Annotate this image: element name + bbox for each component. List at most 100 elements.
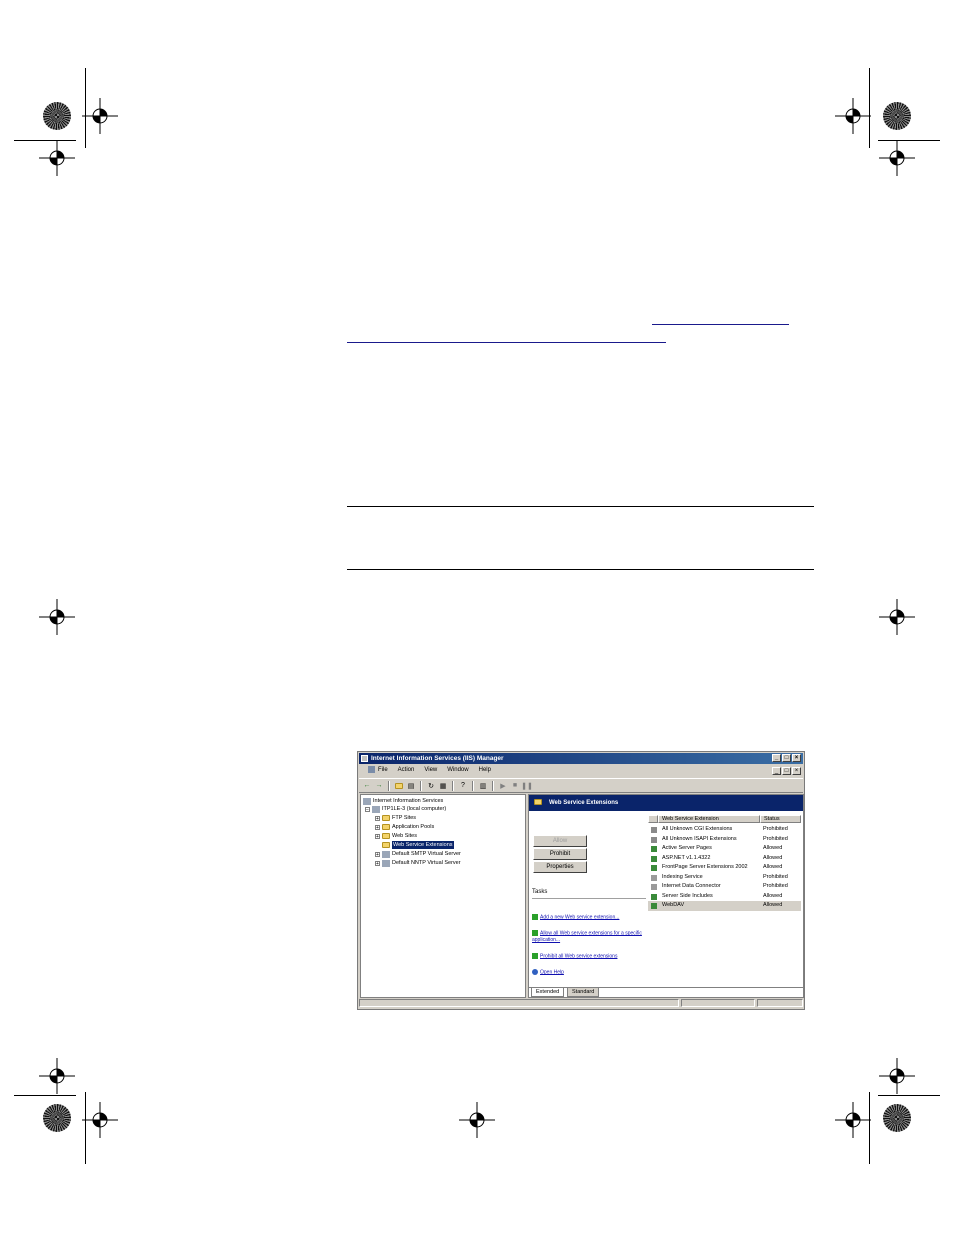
- mmc-icon: [368, 765, 375, 773]
- back-icon[interactable]: ←: [362, 781, 372, 791]
- extension-icon: [651, 884, 657, 890]
- show-tree-icon[interactable]: ▤: [406, 781, 416, 791]
- column-header-icon[interactable]: [648, 815, 658, 823]
- prohibit-task-icon: [532, 953, 538, 959]
- tree-item-smtp[interactable]: + Default SMTP Virtual Server: [375, 850, 461, 858]
- expand-icon[interactable]: +: [375, 860, 380, 866]
- console-tree: Internet Information Services − ITP1LE-3 …: [360, 794, 526, 998]
- crosshair-icon: [879, 1058, 915, 1094]
- tab-standard[interactable]: Standard: [567, 988, 600, 997]
- view-tabs: Extended Standard: [529, 987, 803, 997]
- list-item[interactable]: Server Side Includes Allowed: [648, 892, 801, 902]
- smtp-server-icon: [382, 850, 390, 858]
- divider: [532, 898, 646, 899]
- properties-icon[interactable]: ?: [458, 781, 468, 791]
- refresh-icon[interactable]: ↻: [426, 781, 436, 791]
- task-allow-all[interactable]: Allow all Web service extensions for a s…: [532, 930, 647, 944]
- toolbar-separator: [492, 780, 494, 791]
- tree-computer[interactable]: − ITP1LE-3 (local computer): [365, 805, 446, 813]
- link-underline[interactable]: [652, 324, 789, 325]
- toolbar-separator: [452, 780, 454, 791]
- export-icon[interactable]: ▦: [438, 781, 448, 791]
- close-button[interactable]: ×: [792, 754, 801, 762]
- expand-icon[interactable]: +: [375, 815, 380, 821]
- list-item[interactable]: FrontPage Server Extensions 2002 Allowed: [648, 863, 801, 873]
- expand-icon[interactable]: +: [375, 833, 380, 839]
- mdi-restore-button[interactable]: □: [782, 767, 791, 775]
- tree-item-ftp-sites[interactable]: + FTP Sites: [375, 814, 416, 822]
- list-item[interactable]: Internet Data Connector Prohibited: [648, 882, 801, 892]
- list-item[interactable]: All Unknown ISAPI Extensions Prohibited: [648, 835, 801, 845]
- play-icon[interactable]: ▶: [498, 781, 508, 791]
- menu-window[interactable]: Window: [442, 765, 473, 776]
- maximize-button[interactable]: □: [782, 754, 791, 762]
- menu-file[interactable]: File: [363, 765, 393, 776]
- pause-icon[interactable]: ❚❚: [521, 781, 533, 791]
- registration-wheel-icon: [883, 1104, 911, 1132]
- folder-icon: [382, 833, 390, 839]
- crosshair-icon: [82, 98, 118, 134]
- list-item[interactable]: Active Server Pages Allowed: [648, 844, 801, 854]
- task-prohibit-all[interactable]: Prohibit all Web service extensions: [532, 953, 647, 960]
- toolbar-separator: [388, 780, 390, 791]
- tree-item-nntp[interactable]: + Default NNTP Virtual Server: [375, 859, 461, 867]
- expand-icon[interactable]: +: [375, 851, 380, 857]
- menu-help[interactable]: Help: [474, 765, 496, 776]
- mdi-close-button[interactable]: ×: [792, 767, 801, 775]
- help-icon[interactable]: ▥: [478, 781, 488, 791]
- expand-icon[interactable]: +: [375, 824, 380, 830]
- column-header-status[interactable]: Status: [760, 815, 801, 823]
- toolbar-separator: [420, 780, 422, 791]
- allow-task-icon: [532, 930, 538, 936]
- crosshair-icon: [39, 1058, 75, 1094]
- folder-icon: [382, 815, 390, 821]
- crop-line: [14, 140, 76, 141]
- mdi-minimize-button[interactable]: _: [772, 767, 781, 775]
- forward-icon[interactable]: →: [374, 781, 384, 791]
- iis-icon: [363, 797, 371, 805]
- task-add-extension[interactable]: Add a new Web service extension...: [532, 914, 647, 921]
- crosshair-icon: [39, 599, 75, 635]
- app-icon: [361, 755, 368, 762]
- iis-manager-window: Internet Information Services (IIS) Mana…: [357, 751, 805, 1010]
- divider: [347, 569, 814, 570]
- nntp-server-icon: [382, 859, 390, 867]
- properties-button[interactable]: Properties: [533, 861, 587, 873]
- status-pane: [681, 999, 755, 1007]
- status-pane: [757, 999, 803, 1007]
- title-bar: Internet Information Services (IIS) Mana…: [359, 753, 803, 764]
- extensions-list: Web Service Extension Status All Unknown…: [648, 811, 803, 991]
- minimize-button[interactable]: _: [772, 754, 781, 762]
- toolbar: ← → ▤ ↻ ▦ ? ▥ ▶ ■ ❚❚: [359, 778, 803, 793]
- registration-wheel-icon: [43, 102, 71, 130]
- pane-header: Web Service Extensions: [529, 795, 803, 811]
- up-folder-icon[interactable]: [394, 781, 404, 791]
- list-item[interactable]: All Unknown CGI Extensions Prohibited: [648, 825, 801, 835]
- crop-line: [869, 1092, 870, 1164]
- tree-item-application-pools[interactable]: + Application Pools: [375, 823, 434, 831]
- status-bar: [359, 999, 803, 1008]
- list-item[interactable]: ASP.NET v1.1.4322 Allowed: [648, 854, 801, 864]
- tree-root[interactable]: Internet Information Services: [363, 797, 443, 805]
- column-header-name[interactable]: Web Service Extension: [658, 815, 760, 823]
- stop-icon[interactable]: ■: [510, 781, 520, 791]
- filter-icon: [651, 827, 657, 833]
- crop-line: [14, 1095, 76, 1096]
- menu-view[interactable]: View: [419, 765, 442, 776]
- prohibit-button[interactable]: Prohibit: [533, 848, 587, 860]
- task-open-help[interactable]: Open Help: [532, 969, 647, 976]
- collapse-icon[interactable]: −: [365, 806, 370, 812]
- folder-icon: [382, 824, 390, 830]
- link-underline[interactable]: [347, 342, 666, 343]
- toolbar-separator: [472, 780, 474, 791]
- extension-icon: [651, 893, 657, 900]
- folder-icon: [534, 799, 542, 805]
- tab-extended[interactable]: Extended: [531, 988, 565, 997]
- tree-item-web-sites[interactable]: + Web Sites: [375, 832, 417, 840]
- list-item[interactable]: Indexing Service Prohibited: [648, 873, 801, 883]
- allow-button[interactable]: Allow: [533, 835, 587, 847]
- tree-item-web-service-extensions[interactable]: Web Service Extensions: [382, 841, 454, 849]
- menu-action[interactable]: Action: [393, 765, 420, 776]
- help-icon: [532, 969, 538, 975]
- list-item[interactable]: WebDAV Allowed: [648, 901, 801, 911]
